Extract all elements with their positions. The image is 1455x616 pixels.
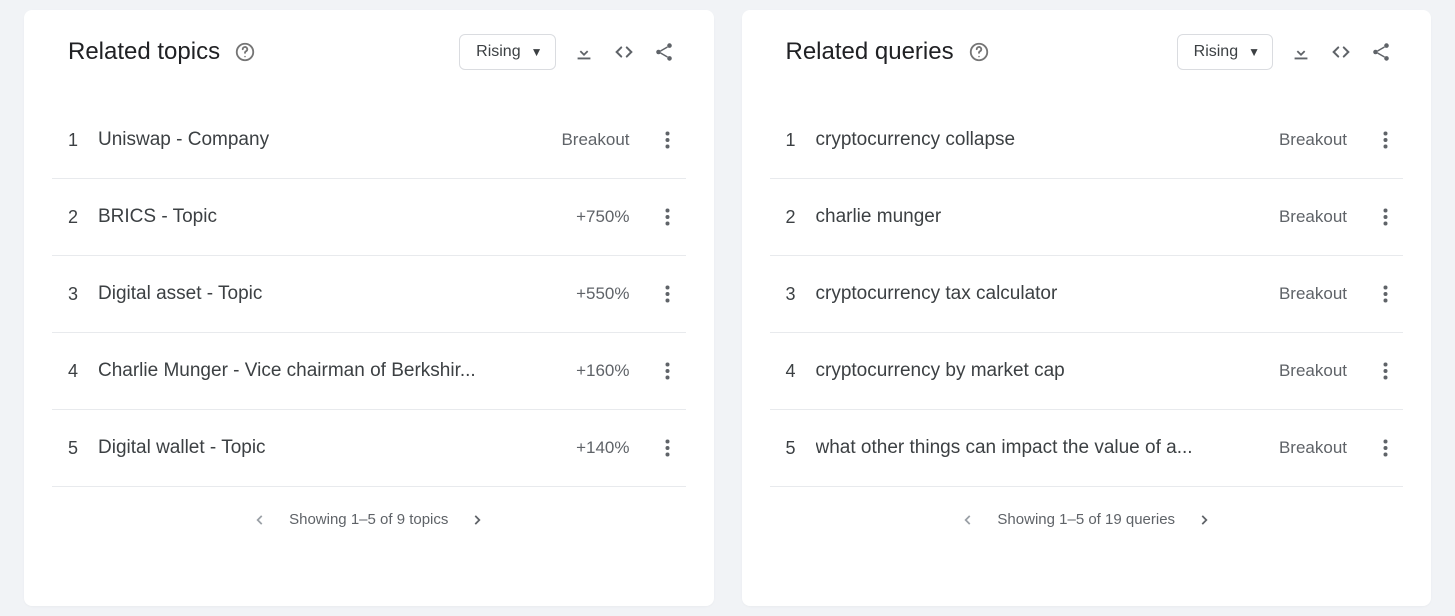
next-page-button[interactable] [470, 513, 484, 527]
rank: 1 [68, 130, 80, 151]
list-item[interactable]: 5 Digital wallet - Topic +140% [52, 410, 686, 487]
list-item[interactable]: 2 charlie munger Breakout [770, 179, 1404, 256]
item-label: Digital wallet - Topic [98, 437, 558, 459]
embed-button[interactable] [1321, 32, 1361, 72]
list-item[interactable]: 4 cryptocurrency by market cap Breakout [770, 333, 1404, 410]
item-label: cryptocurrency tax calculator [816, 283, 1261, 305]
prev-page-button[interactable] [961, 513, 975, 527]
more-icon[interactable] [654, 203, 682, 231]
rank: 3 [786, 284, 798, 305]
sort-label: Rising [1194, 43, 1238, 61]
more-icon[interactable] [654, 280, 682, 308]
queries-list: 1 cryptocurrency collapse Breakout 2 cha… [742, 90, 1432, 487]
rank: 2 [68, 207, 80, 228]
item-label: cryptocurrency collapse [816, 129, 1261, 151]
more-icon[interactable] [654, 126, 682, 154]
more-icon[interactable] [1371, 357, 1399, 385]
rank: 5 [786, 438, 798, 459]
item-metric: +140% [576, 438, 629, 458]
item-label: Digital asset - Topic [98, 283, 558, 305]
prev-page-button[interactable] [253, 513, 267, 527]
help-icon[interactable] [234, 41, 256, 63]
list-item[interactable]: 1 cryptocurrency collapse Breakout [770, 90, 1404, 179]
list-item[interactable]: 2 BRICS - Topic +750% [52, 179, 686, 256]
item-metric: +750% [576, 207, 629, 227]
rank: 4 [68, 361, 80, 382]
list-item[interactable]: 5 what other things can impact the value… [770, 410, 1404, 487]
sort-label: Rising [476, 43, 520, 61]
pager: Showing 1–5 of 9 topics [24, 487, 714, 546]
more-icon[interactable] [654, 357, 682, 385]
download-button[interactable] [564, 32, 604, 72]
more-icon[interactable] [1371, 434, 1399, 462]
next-page-button[interactable] [1197, 513, 1211, 527]
list-item[interactable]: 1 Uniswap - Company Breakout [52, 90, 686, 179]
share-button[interactable] [1361, 32, 1401, 72]
item-metric: Breakout [1279, 130, 1347, 150]
pager: Showing 1–5 of 19 queries [742, 487, 1432, 546]
chevron-down-icon: ▼ [1248, 45, 1260, 59]
embed-button[interactable] [604, 32, 644, 72]
more-icon[interactable] [1371, 280, 1399, 308]
chevron-down-icon: ▼ [531, 45, 543, 59]
more-icon[interactable] [1371, 203, 1399, 231]
share-button[interactable] [644, 32, 684, 72]
topics-list: 1 Uniswap - Company Breakout 2 BRICS - T… [24, 90, 714, 487]
related-queries-card: Related queries Rising ▼ 1 cryptocurrenc… [742, 10, 1432, 606]
pager-text: Showing 1–5 of 19 queries [997, 511, 1175, 528]
list-item[interactable]: 3 Digital asset - Topic +550% [52, 256, 686, 333]
list-item[interactable]: 4 Charlie Munger - Vice chairman of Berk… [52, 333, 686, 410]
item-metric: Breakout [1279, 207, 1347, 227]
more-icon[interactable] [654, 434, 682, 462]
item-label: BRICS - Topic [98, 206, 558, 228]
pager-text: Showing 1–5 of 9 topics [289, 511, 448, 528]
item-metric: Breakout [1279, 438, 1347, 458]
sort-dropdown[interactable]: Rising ▼ [1177, 34, 1273, 70]
rank: 4 [786, 361, 798, 382]
download-button[interactable] [1281, 32, 1321, 72]
rank: 3 [68, 284, 80, 305]
card-header: Related topics Rising ▼ [24, 10, 714, 90]
list-item[interactable]: 3 cryptocurrency tax calculator Breakout [770, 256, 1404, 333]
item-label: cryptocurrency by market cap [816, 360, 1261, 382]
more-icon[interactable] [1371, 126, 1399, 154]
card-header: Related queries Rising ▼ [742, 10, 1432, 90]
rank: 2 [786, 207, 798, 228]
help-icon[interactable] [968, 41, 990, 63]
item-metric: Breakout [561, 130, 629, 150]
item-label: Uniswap - Company [98, 129, 543, 151]
item-metric: +550% [576, 284, 629, 304]
item-metric: Breakout [1279, 361, 1347, 381]
item-metric: +160% [576, 361, 629, 381]
sort-dropdown[interactable]: Rising ▼ [459, 34, 555, 70]
rank: 1 [786, 130, 798, 151]
item-label: charlie munger [816, 206, 1261, 228]
card-title: Related queries [786, 38, 954, 66]
rank: 5 [68, 438, 80, 459]
item-label: Charlie Munger - Vice chairman of Berksh… [98, 360, 558, 382]
related-topics-card: Related topics Rising ▼ 1 Uniswap - Comp… [24, 10, 714, 606]
item-metric: Breakout [1279, 284, 1347, 304]
card-title: Related topics [68, 38, 220, 66]
item-label: what other things can impact the value o… [816, 437, 1261, 459]
